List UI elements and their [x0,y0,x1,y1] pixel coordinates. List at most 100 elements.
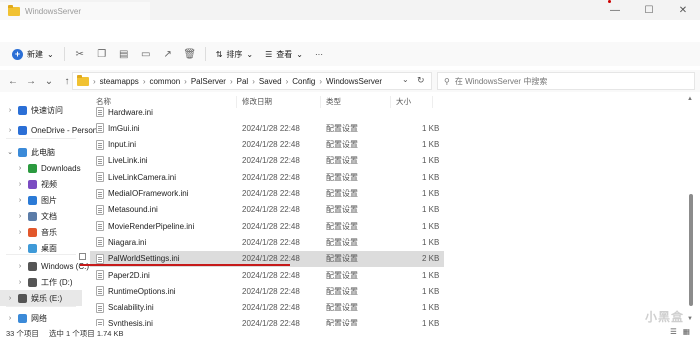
refresh-icon[interactable]: ↻ [417,75,425,86]
file-date: 2024/1/28 22:48 [242,254,300,264]
table-row[interactable]: RuntimeOptions.ini 2024/1/28 22:48 配置设置 1 K… [90,283,444,299]
recent-chevron-icon[interactable]: ⌄ [40,72,58,90]
table-row[interactable]: ImGui.ini 2024/1/28 22:48 配置设置 1 KB [90,120,444,136]
chevron-right-icon[interactable]: › [16,279,24,286]
share-icon[interactable]: ↗ [157,44,179,64]
table-row[interactable]: Paper2D.ini 2024/1/28 22:48 配置设置 1 KB [90,267,444,283]
scrollbar-thumb[interactable] [689,194,693,306]
file-date: 2024/1/28 22:48 [242,140,300,150]
chevron-down-icon: ⌄ [246,49,254,59]
copy-icon[interactable]: ❐ [91,44,113,64]
breadcrumb-separator[interactable]: › [93,77,96,86]
back-arrow-icon[interactable]: ← [4,72,22,90]
more-button[interactable]: ··· [309,44,329,64]
delete-icon[interactable]: 🗑 [179,44,201,64]
nav-item[interactable]: › 工作 (D:) [0,274,73,290]
rename-icon[interactable]: ▭ [135,44,157,64]
file-type: 配置设置 [326,254,358,264]
documents-icon [28,211,37,221]
file-type: 配置设置 [326,303,358,313]
nav-item[interactable]: › 音乐 [0,224,57,240]
chevron-right-icon[interactable]: › [16,181,24,188]
nav-item[interactable]: › 图片 [0,192,57,208]
search-input[interactable]: ⚲ 在 WindowsServer 中搜索 [437,72,695,90]
view-button[interactable]: ☰ 查看 ⌄ [259,44,309,64]
file-name: LiveLinkCamera.ini [108,172,177,182]
chevron-right-icon[interactable]: › [16,229,24,236]
breadcrumb-item[interactable]: steamapps [100,77,139,86]
nav-item[interactable]: › 视频 [0,176,57,192]
chevron-right-icon[interactable]: › [6,127,14,134]
chevron-right-icon[interactable]: › [16,213,24,220]
breadcrumb-separator[interactable]: › [184,77,187,86]
sort-button[interactable]: ⇅ 排序 ⌄ [210,44,259,64]
forward-arrow-icon[interactable]: → [22,72,40,90]
file-type: 配置设置 [326,172,358,182]
file-name: Niagara.ini [108,237,147,247]
nav-item[interactable]: › 文档 [0,208,57,224]
breadcrumb-item[interactable]: WindowsServer [326,77,382,86]
nav-item[interactable]: › 娱乐 (E:) [0,290,82,306]
breadcrumb-item[interactable]: Pal [237,77,249,86]
table-row[interactable]: MovieRenderPipeline.ini 2024/1/28 22:48 配置… [90,218,444,234]
file-name: MediaIOFramework.ini [108,189,189,198]
file-date: 2024/1/28 22:48 [242,303,300,313]
chevron-right-icon[interactable]: › [6,315,14,322]
nav-item[interactable]: ⌄ 此电脑 [0,144,55,160]
chevron-right-icon[interactable]: › [16,263,24,270]
chevron-down-icon[interactable]: ⌄ [6,148,14,156]
breadcrumb-separator[interactable]: › [252,77,255,86]
new-button[interactable]: + 新建 ⌄ [6,44,60,64]
file-type: 配置设置 [326,140,358,150]
table-row[interactable]: Synthesis.ini 2024/1/28 22:48 配置设置 1 KB [90,316,444,326]
selection-checkbox[interactable] [79,253,86,260]
chevron-right-icon[interactable]: › [16,245,24,252]
close-button[interactable]: ✕ [666,0,700,20]
scroll-up-icon[interactable]: ▲ [687,96,693,102]
nav-item[interactable]: › Windows (C:) [0,258,89,274]
table-row[interactable]: Scalability.ini 2024/1/28 22:48 配置设置 1 KB [90,300,444,316]
breadcrumb-separator[interactable]: › [143,77,146,86]
breadcrumb-separator[interactable]: › [230,77,233,86]
cut-icon[interactable]: ✂ [69,44,91,64]
chevron-right-icon[interactable]: › [16,165,24,172]
file-size: 2 KB [422,254,440,264]
nav-item[interactable]: › 快速访问 [0,102,63,118]
nav-item[interactable]: › OneDrive - Person [0,122,97,138]
table-row[interactable]: Niagara.ini 2024/1/28 22:48 配置设置 1 KB [90,234,444,250]
breadcrumb-separator[interactable]: › [319,77,322,86]
breadcrumb-separator[interactable]: › [286,77,289,86]
nav-item[interactable]: › 网络 [0,310,47,326]
nav-item[interactable]: › Downloads [0,160,81,176]
tiles-view-icon[interactable]: ▦ [683,327,690,336]
table-row[interactable]: Metasound.ini 2024/1/28 22:48 配置设置 1 KB [90,202,444,218]
table-row[interactable]: LiveLinkCamera.ini 2024/1/28 22:48 配置设置 1 K… [90,169,444,185]
breadcrumb[interactable]: › steamapps › common › PalServer › Pal › Saved › Co… [72,72,432,90]
window-tab[interactable]: WindowsServer [0,2,150,20]
details-view-icon[interactable]: ☰ [670,327,677,336]
breadcrumb-item[interactable]: PalServer [191,77,226,86]
paste-icon[interactable]: ▤ [113,44,135,64]
breadcrumb-item[interactable]: Saved [259,77,282,86]
breadcrumb-item[interactable]: common [149,77,180,86]
scrollbar[interactable]: ▲ ▼ [686,96,696,324]
address-dropdown-icon[interactable]: ⌄ [402,75,409,84]
red-underline-annotation [80,264,290,266]
scroll-down-icon[interactable]: ▼ [687,316,693,322]
chevron-right-icon[interactable]: › [6,295,14,302]
breadcrumb-item[interactable]: Config [292,77,315,86]
chevron-right-icon[interactable]: › [6,107,14,114]
minimize-button[interactable]: — [598,0,632,20]
navigation-pane: › 快速访问 › OneDrive - Person ⌄ 此电脑 › Downloads › 视频… [0,94,97,326]
nav-item-label: 网络 [31,313,47,323]
file-type: 配置设置 [326,270,358,280]
ini-file-icon [96,253,104,264]
nav-item-label: 工作 (D:) [41,277,73,287]
table-row[interactable]: MediaIOFramework.ini 2024/1/28 22:48 配置设置 1… [90,186,444,202]
chevron-right-icon[interactable]: › [16,197,24,204]
maximize-button[interactable]: ☐ [632,0,666,20]
pictures-icon [28,195,37,205]
table-row[interactable]: Input.ini 2024/1/28 22:48 配置设置 1 KB [90,137,444,153]
table-row[interactable]: LiveLink.ini 2024/1/28 22:48 配置设置 1 KB [90,153,444,169]
table-row[interactable]: Hardware.ini [90,104,444,120]
